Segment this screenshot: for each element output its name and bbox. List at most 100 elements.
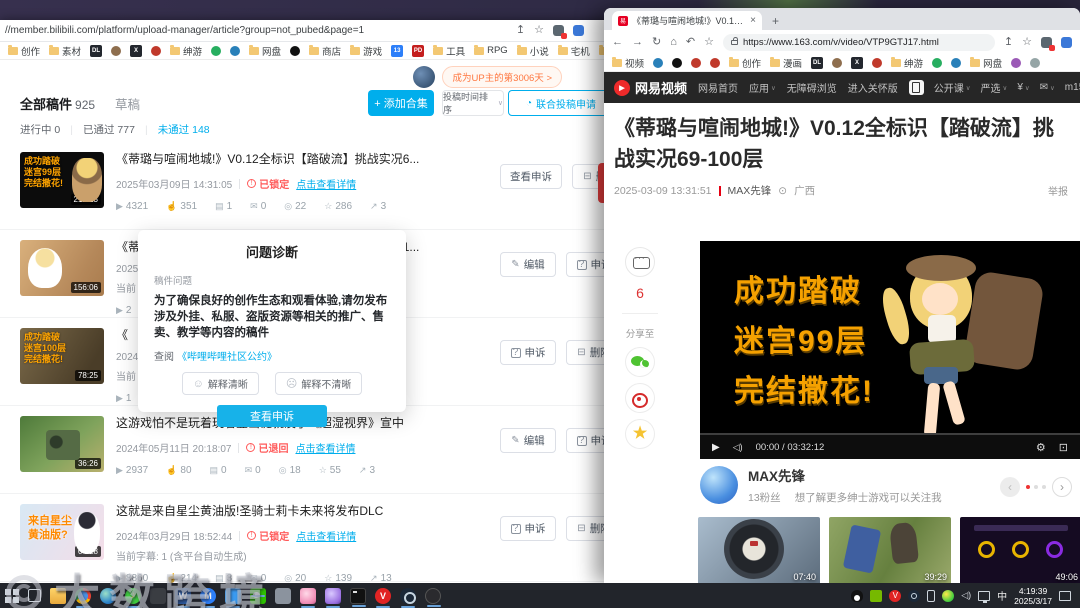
view-appeal-primary-button[interactable]: 查看申诉 bbox=[217, 405, 327, 427]
bookmark-folder[interactable]: 网盘 bbox=[249, 44, 281, 58]
bookmark-icon[interactable] bbox=[710, 57, 721, 68]
nav-yanxuan[interactable]: 严选 ∨ bbox=[981, 80, 1008, 95]
bookmark-pd-icon[interactable]: PD bbox=[412, 44, 425, 57]
mail-icon[interactable]: ✉ ∨ bbox=[1040, 82, 1055, 93]
joint-submission-button[interactable]: ◔ 联合投稿申请 bbox=[508, 90, 610, 116]
chrome-icon[interactable] bbox=[75, 587, 91, 608]
bookmark-icon[interactable] bbox=[1011, 57, 1022, 68]
share-icon[interactable]: ↥ bbox=[1004, 36, 1013, 48]
view-details-link[interactable]: 点击查看详情 bbox=[295, 440, 355, 455]
user-avatar[interactable] bbox=[413, 66, 436, 88]
nav-pay[interactable]: ¥ ∨ bbox=[1017, 82, 1029, 93]
bookmark-folder[interactable]: 绅游 bbox=[170, 44, 202, 58]
new-tab-button[interactable]: + bbox=[772, 14, 779, 30]
edge-icon[interactable] bbox=[100, 587, 116, 604]
bookmark-x-icon[interactable]: X bbox=[130, 44, 143, 57]
url-text[interactable]: //member.bilibili.com/platform/upload-ma… bbox=[5, 25, 507, 36]
bookmark-icon[interactable] bbox=[832, 57, 843, 68]
bookmark-folder[interactable]: 创作 bbox=[729, 56, 761, 70]
bookmark-star-icon[interactable]: ☆ bbox=[534, 25, 544, 36]
bookmark-folder[interactable]: RPG bbox=[474, 44, 508, 56]
bookmark-dl-icon[interactable]: DL bbox=[811, 56, 824, 69]
phone-tray-icon[interactable] bbox=[927, 589, 936, 602]
undo-icon[interactable]: ↶ bbox=[686, 36, 695, 48]
bookmark-star-icon[interactable]: ☆ bbox=[1022, 36, 1032, 48]
qq-music-tray-icon[interactable] bbox=[942, 589, 955, 602]
video-thumbnail[interactable]: 36:26 bbox=[20, 416, 104, 472]
appeal-button[interactable]: ? 申诉 bbox=[500, 516, 556, 541]
blue-app-icon[interactable] bbox=[225, 587, 241, 608]
video-player[interactable]: 成功踏破 迷宫99层 完结撒花! ▶ ◁) 00:00 / 03:32:12 ⚙… bbox=[700, 241, 1080, 459]
weibo-share-icon[interactable] bbox=[626, 384, 654, 412]
view-details-link[interactable]: 点击查看详情 bbox=[296, 176, 356, 191]
file-explorer-icon[interactable] bbox=[50, 587, 66, 604]
add-collection-button[interactable]: + 添加合集 bbox=[368, 90, 434, 116]
community-rules-link[interactable]: 《哔哩哔哩社区公约》 bbox=[177, 352, 277, 363]
filter-in-progress[interactable]: 进行中 0 bbox=[20, 122, 60, 137]
input-method-indicator[interactable]: 中 bbox=[997, 588, 1007, 603]
appeal-button[interactable]: ? 申诉 bbox=[500, 340, 556, 365]
bookmark-icon[interactable] bbox=[653, 57, 664, 68]
foxit-icon[interactable]: V bbox=[375, 587, 391, 608]
bookmark-icon[interactable] bbox=[151, 45, 162, 56]
extension-icon-blue[interactable] bbox=[573, 25, 584, 36]
game-launcher-icon[interactable] bbox=[425, 587, 441, 607]
notification-center-icon[interactable] bbox=[1059, 590, 1071, 601]
bookmark-icon[interactable] bbox=[230, 45, 241, 56]
bookmark-13-icon[interactable]: 13 bbox=[391, 44, 404, 57]
bookmark-icon[interactable] bbox=[691, 57, 702, 68]
nav-care-mode[interactable]: 进入关怀版 bbox=[848, 80, 898, 95]
back-icon[interactable]: ← bbox=[612, 36, 623, 48]
netease-video-logo[interactable]: ▶ 网易视频 bbox=[614, 78, 687, 97]
bookmark-icon[interactable] bbox=[111, 45, 122, 56]
bookmark-icon[interactable] bbox=[211, 45, 222, 56]
bookmark-folder[interactable]: 商店 bbox=[309, 44, 341, 58]
bookmark-folder[interactable]: 游戏 bbox=[350, 44, 382, 58]
reload-icon[interactable]: ↻ bbox=[652, 36, 661, 48]
bookmark-folder[interactable]: 漫画 bbox=[770, 56, 802, 70]
steam-tray-icon[interactable] bbox=[908, 589, 921, 602]
video-thumbnail[interactable]: 来自星尘 黄油版? 04:28 bbox=[20, 504, 104, 560]
bookmark-x-icon[interactable]: X bbox=[851, 56, 864, 69]
carousel-prev-button[interactable]: ‹ bbox=[1000, 477, 1020, 497]
video-title[interactable]: 《蒂璐与喧闹地城!》V0.12全标识【踏破流】挑战实况6... bbox=[116, 150, 482, 167]
browser-tab[interactable]: 易 《蒂璐与喧闹地城!》V0.12全标识【踏破流】挑战实况69-100层 × bbox=[612, 11, 762, 30]
anime-app-icon-2[interactable] bbox=[325, 587, 341, 608]
bookmark-folder[interactable]: 网盘 bbox=[970, 56, 1002, 70]
comments-icon[interactable] bbox=[625, 247, 655, 277]
console-window-icon[interactable] bbox=[350, 587, 366, 607]
gray-app-icon[interactable] bbox=[275, 587, 291, 604]
nvidia-tray-icon[interactable] bbox=[870, 589, 883, 602]
bookmark-folder[interactable]: 视频 bbox=[612, 56, 644, 70]
steam-icon[interactable] bbox=[400, 587, 416, 608]
nav-home[interactable]: 网易首页 bbox=[698, 80, 738, 95]
bookmark-icon[interactable] bbox=[872, 57, 883, 68]
report-link[interactable]: 举报 bbox=[1048, 183, 1068, 198]
nav-accessibility[interactable]: 无障碍浏览 bbox=[787, 80, 837, 95]
bookmark-icon[interactable] bbox=[951, 57, 962, 68]
feedback-clear-button[interactable]: ☺ 解释清晰 bbox=[181, 372, 259, 395]
view-appeal-button[interactable]: 查看申诉 bbox=[500, 164, 562, 189]
start-button[interactable] bbox=[5, 588, 19, 603]
video-title[interactable]: 这就是来自星尘黄油版!圣骑士莉卡未来将发布DLC bbox=[116, 502, 482, 519]
uploader-name[interactable]: MAX先锋 bbox=[748, 465, 942, 485]
task-view-button[interactable] bbox=[28, 589, 41, 602]
network-tray-icon[interactable] bbox=[978, 590, 991, 603]
share-icon[interactable]: ↥ bbox=[516, 25, 525, 36]
word-icon[interactable]: W bbox=[175, 587, 191, 608]
feedback-unclear-button[interactable]: ☹ 解释不清晰 bbox=[274, 372, 363, 395]
comment-count[interactable]: 6 bbox=[618, 285, 662, 301]
video-thumbnail[interactable]: 156:06 bbox=[20, 240, 104, 296]
bookmark-folder[interactable]: 工具 bbox=[433, 44, 465, 58]
extension-icon[interactable] bbox=[1041, 36, 1055, 51]
carousel-next-button[interactable]: › bbox=[1052, 477, 1072, 497]
filter-not-passed[interactable]: 未通过 148 bbox=[158, 122, 210, 137]
qq-tray-icon[interactable] bbox=[851, 589, 864, 602]
related-video-thumbnail[interactable]: 49:06 bbox=[960, 517, 1080, 583]
filter-passed[interactable]: 已通过 777 bbox=[83, 122, 135, 137]
video-thumbnail[interactable]: 成功踏破 迷宫100层 完结撒花! 78:25 bbox=[20, 328, 104, 384]
bookmark-icon[interactable] bbox=[290, 45, 301, 56]
uploader-avatar[interactable] bbox=[700, 466, 738, 504]
url-field[interactable]: https://www.163.com/v/video/VTP9GTJ17.ht… bbox=[722, 33, 995, 51]
nav-apps[interactable]: 应用 ∨ bbox=[749, 80, 776, 95]
